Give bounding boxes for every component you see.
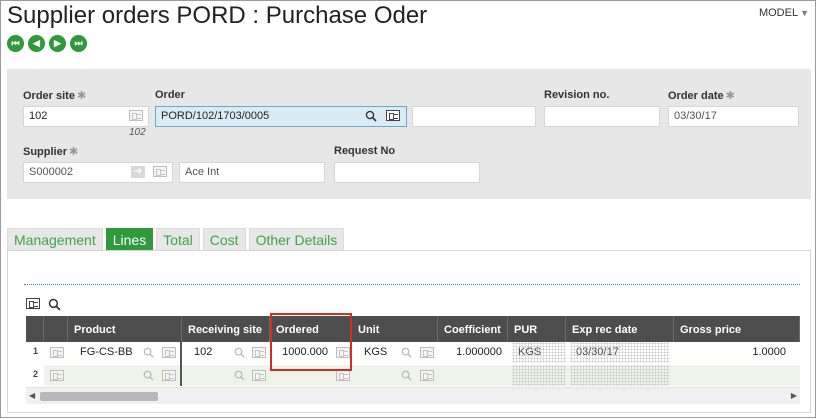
exp-rec-date-cell[interactable]: 03/30/17 xyxy=(570,342,670,363)
tab-cost[interactable]: Cost xyxy=(202,228,246,250)
selection-list-icon[interactable] xyxy=(252,370,266,381)
unit-cell[interactable]: KGS xyxy=(358,342,398,363)
product-cell[interactable] xyxy=(74,365,174,386)
supplier-name-field: Ace Int xyxy=(179,162,325,183)
model-menu[interactable]: MODEL ▼ xyxy=(759,7,809,19)
column-header-pur[interactable]: PUR xyxy=(508,316,566,342)
receiving-site-cell[interactable] xyxy=(188,365,238,386)
selection-list-icon[interactable] xyxy=(386,110,400,121)
selection-list-icon[interactable] xyxy=(420,370,434,381)
revision-field[interactable] xyxy=(544,106,660,127)
window-frame: Supplier orders PORD : Purchase Oder MOD… xyxy=(0,0,816,418)
receiving-site-cell[interactable]: 102 xyxy=(188,342,238,363)
search-icon[interactable] xyxy=(234,370,245,381)
selection-list-icon[interactable] xyxy=(153,166,167,177)
order-label: Order xyxy=(155,89,185,101)
column-header-unit[interactable]: Unit xyxy=(352,316,438,342)
request-no-label: Request No xyxy=(334,145,396,157)
request-no-field[interactable] xyxy=(334,162,480,183)
tab-other-details[interactable]: Other Details xyxy=(248,228,345,250)
column-header-product[interactable]: Product xyxy=(68,316,182,342)
column-header-receiving-site[interactable]: Receiving site xyxy=(182,316,270,342)
search-icon[interactable] xyxy=(401,347,412,358)
scroll-right-icon[interactable]: ▶ xyxy=(791,391,797,400)
supplier-label: Supplier ✱ xyxy=(23,146,79,158)
go-to-supplier-icon[interactable]: ➜ xyxy=(131,166,145,178)
coefficient-cell[interactable] xyxy=(438,365,508,386)
table-row[interactable]: 2 xyxy=(26,365,800,386)
coefficient-cell[interactable]: 1.000000 xyxy=(438,342,508,363)
previous-record-icon[interactable]: ◀ xyxy=(28,35,45,52)
selection-list-icon[interactable] xyxy=(252,347,266,358)
selection-list-icon[interactable] xyxy=(129,110,143,121)
unit-cell[interactable] xyxy=(358,365,398,386)
next-record-icon[interactable]: ▶ xyxy=(49,35,66,52)
grid-row-select-header xyxy=(44,316,68,342)
selection-list-icon[interactable] xyxy=(336,370,350,381)
revision-label: Revision no. xyxy=(544,89,610,101)
pur-cell: KGS xyxy=(512,342,566,363)
column-header-gross-price[interactable]: Gross price xyxy=(674,316,800,342)
tab-total[interactable]: Total xyxy=(156,228,200,250)
pur-cell xyxy=(512,365,566,386)
search-icon[interactable] xyxy=(365,110,377,122)
ordered-column-highlight xyxy=(270,313,352,371)
row-number: 2 xyxy=(26,365,44,386)
order-date-label: Order date ✱ xyxy=(668,90,735,102)
last-record-icon[interactable]: ⏭ xyxy=(70,35,87,52)
tab-bar: Management Lines Total Cost Other Detail… xyxy=(7,228,347,250)
search-icon[interactable] xyxy=(234,347,245,358)
grid-toolbar xyxy=(26,298,61,311)
model-label: MODEL xyxy=(758,7,799,19)
column-header-exp-rec-date[interactable]: Exp rec date xyxy=(566,316,674,342)
record-navigation: ⏮ ◀ ▶ ⏭ xyxy=(7,35,87,52)
section-divider xyxy=(24,284,800,285)
tab-management[interactable]: Management xyxy=(7,228,103,250)
column-header-coefficient[interactable]: Coefficient xyxy=(438,316,508,342)
exp-rec-date-cell[interactable] xyxy=(570,365,670,386)
gross-price-cell[interactable]: 1.0000 xyxy=(674,342,792,363)
scrollbar-thumb[interactable] xyxy=(40,392,158,401)
selection-list-icon[interactable] xyxy=(420,347,434,358)
row-number: 1 xyxy=(32,346,38,356)
product-cell[interactable]: FG-CS-BB xyxy=(74,342,174,363)
grid-corner xyxy=(26,316,44,342)
search-icon[interactable] xyxy=(401,370,412,381)
lines-tab-content: Product Receiving site Ordered Unit Coef… xyxy=(7,250,811,413)
search-icon[interactable] xyxy=(48,298,61,311)
search-icon[interactable] xyxy=(143,370,154,381)
order-extra-field xyxy=(412,106,536,127)
search-icon[interactable] xyxy=(143,347,154,358)
table-row[interactable]: 1 FG-CS-BB 102 1000.000 KGS 1.000000 KGS… xyxy=(26,342,800,363)
grid-options-icon[interactable] xyxy=(26,298,40,309)
scroll-left-icon[interactable]: ◀ xyxy=(29,391,35,400)
horizontal-scrollbar[interactable]: ◀ ▶ xyxy=(26,387,800,404)
order-site-label: Order site ✱ xyxy=(23,90,87,102)
order-header-panel: Order site ✱ 102 102 Order PORD/102/1703/… xyxy=(7,69,811,199)
selection-list-icon[interactable] xyxy=(162,347,176,358)
order-site-description: 102 xyxy=(129,127,146,138)
first-record-icon[interactable]: ⏮ xyxy=(7,35,24,52)
row-menu-icon[interactable] xyxy=(50,347,64,358)
gross-price-cell[interactable] xyxy=(674,365,792,386)
page-title: Supplier orders PORD : Purchase Oder xyxy=(7,2,428,29)
chevron-down-icon: ▼ xyxy=(800,8,809,18)
frozen-column-divider xyxy=(180,342,182,386)
supplier-field[interactable]: S000002 xyxy=(23,162,173,183)
order-date-field[interactable]: 03/30/17 xyxy=(668,106,799,127)
selection-list-icon[interactable] xyxy=(162,370,176,381)
row-menu-icon[interactable] xyxy=(50,370,64,381)
tab-lines[interactable]: Lines xyxy=(105,228,154,250)
